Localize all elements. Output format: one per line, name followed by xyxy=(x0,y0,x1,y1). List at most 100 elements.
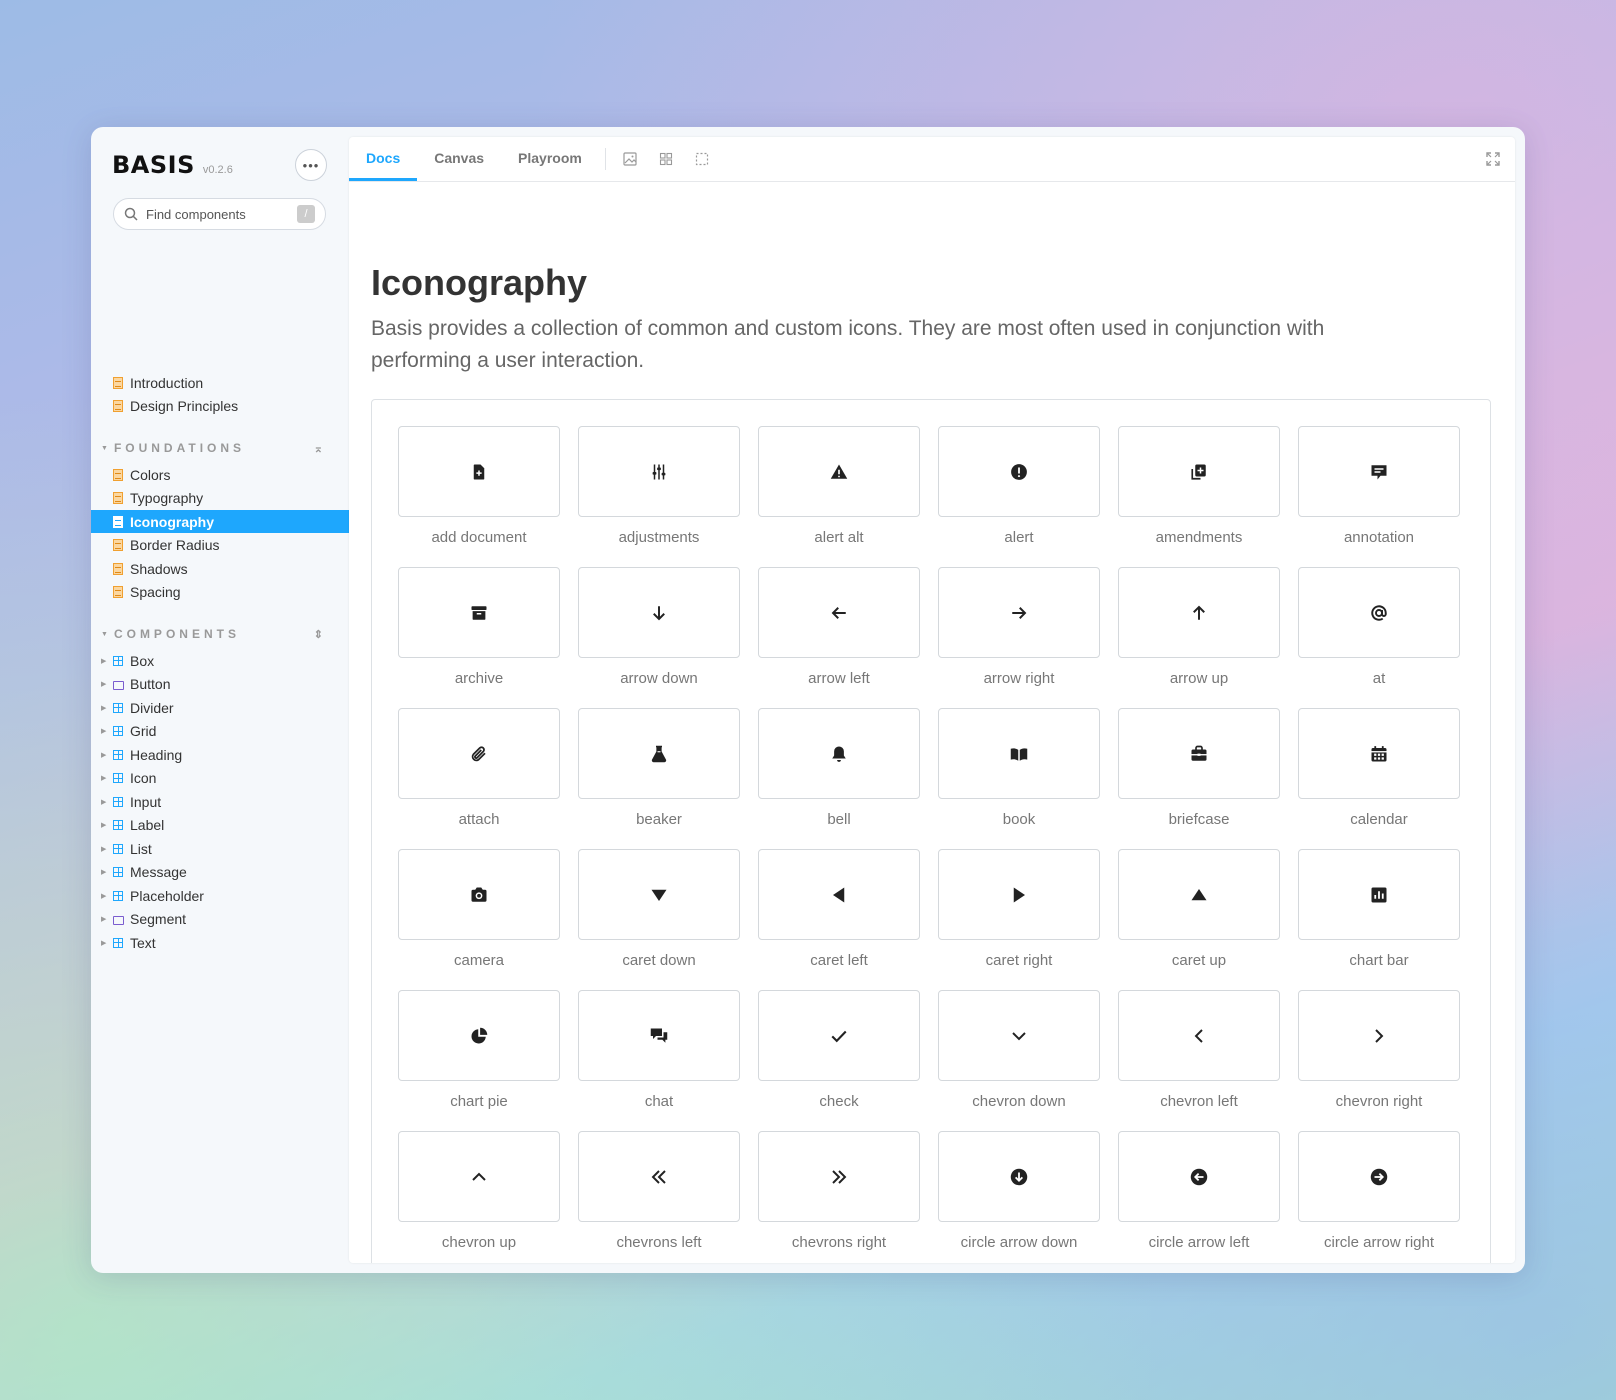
grid-icon xyxy=(113,773,123,783)
search-box[interactable]: / xyxy=(113,198,326,230)
sidebar-item-grid[interactable]: ▶ Grid xyxy=(91,720,349,743)
icon-tile[interactable] xyxy=(1118,1131,1280,1222)
section-components[interactable]: ▼ COMPONENTS ⇕ xyxy=(101,627,323,641)
tab-canvas[interactable]: Canvas xyxy=(417,137,501,181)
icon-label: alert alt xyxy=(814,529,864,546)
sidebar-item-colors[interactable]: Colors xyxy=(91,463,349,486)
caret-right-icon[interactable]: ▶ xyxy=(101,868,113,876)
icon-tile[interactable] xyxy=(758,708,920,799)
caret-right-icon[interactable]: ▶ xyxy=(101,704,113,712)
sidebar-item-label: Typography xyxy=(130,490,204,506)
sidebar-item-input[interactable]: ▶ Input xyxy=(91,790,349,813)
icon-tile[interactable] xyxy=(398,849,560,940)
icon-tile[interactable] xyxy=(398,567,560,658)
icon-tile[interactable] xyxy=(938,990,1100,1081)
icon-tile[interactable] xyxy=(758,567,920,658)
icon-tile[interactable] xyxy=(398,990,560,1081)
sidebar-item-spacing[interactable]: Spacing xyxy=(91,581,349,604)
icon-tile[interactable] xyxy=(398,708,560,799)
icon-card-annotation: annotation xyxy=(1298,426,1460,567)
icon-tile[interactable] xyxy=(758,426,920,517)
caret-right-icon[interactable]: ▶ xyxy=(101,657,113,665)
icon-tile[interactable] xyxy=(938,567,1100,658)
icon-card-chart-pie: chart pie xyxy=(398,990,560,1131)
document-icon xyxy=(113,586,123,598)
sidebar-item-divider[interactable]: ▶ Divider xyxy=(91,696,349,719)
fullscreen-icon[interactable] xyxy=(1485,151,1501,172)
sidebar-item-introduction[interactable]: Introduction xyxy=(91,371,349,394)
sidebar-item-border-radius[interactable]: Border Radius xyxy=(91,534,349,557)
icon-tile[interactable] xyxy=(758,990,920,1081)
sidebar-item-heading[interactable]: ▶ Heading xyxy=(91,743,349,766)
sidebar-item-iconography[interactable]: Iconography xyxy=(91,510,349,533)
icon-tile[interactable] xyxy=(938,849,1100,940)
icon-tile[interactable] xyxy=(1118,426,1280,517)
sidebar-item-label[interactable]: ▶ Label xyxy=(91,814,349,837)
icon-tile[interactable] xyxy=(1298,567,1460,658)
alert-icon xyxy=(1010,463,1028,481)
icon-tile[interactable] xyxy=(578,1131,740,1222)
icon-card-chevron-right: chevron right xyxy=(1298,990,1460,1131)
icon-tile[interactable] xyxy=(398,1131,560,1222)
grid-view-icon[interactable] xyxy=(648,137,684,181)
caret-right-icon[interactable]: ▶ xyxy=(101,798,113,806)
icon-tile[interactable] xyxy=(578,990,740,1081)
icon-card-chat: chat xyxy=(578,990,740,1131)
sidebar-item-typography[interactable]: Typography xyxy=(91,487,349,510)
adjustments-icon xyxy=(650,463,668,481)
icon-tile[interactable] xyxy=(1298,426,1460,517)
sidebar-item-shadows[interactable]: Shadows xyxy=(91,557,349,580)
document-icon xyxy=(113,468,123,481)
icon-tile[interactable] xyxy=(1298,708,1460,799)
icon-tile[interactable] xyxy=(1118,567,1280,658)
sidebar-item-list[interactable]: ▶ List xyxy=(91,837,349,860)
collapse-icon[interactable]: ⌅ xyxy=(314,442,323,455)
icon-card-arrow-right: arrow right xyxy=(938,567,1100,708)
expand-icon[interactable]: ⇕ xyxy=(314,628,323,641)
icon-tile[interactable] xyxy=(578,567,740,658)
tab-docs[interactable]: Docs xyxy=(349,137,418,181)
sidebar-item-placeholder[interactable]: ▶ Placeholder xyxy=(91,884,349,907)
caret-right-icon[interactable]: ▶ xyxy=(101,845,113,853)
icon-tile[interactable] xyxy=(758,1131,920,1222)
section-foundations[interactable]: ▼ FOUNDATIONS ⌅ xyxy=(101,441,323,455)
caret-right-icon[interactable]: ▶ xyxy=(101,727,113,735)
caret-right-icon[interactable]: ▶ xyxy=(101,751,113,759)
search-input[interactable] xyxy=(146,206,286,222)
icon-tile[interactable] xyxy=(938,426,1100,517)
caret-right-icon[interactable]: ▶ xyxy=(101,915,113,923)
icon-card-chevron-left: chevron left xyxy=(1118,990,1280,1131)
icon-tile[interactable] xyxy=(578,426,740,517)
caret-right-icon[interactable]: ▶ xyxy=(101,892,113,900)
icon-tile[interactable] xyxy=(1298,1131,1460,1222)
sidebar-item-box[interactable]: ▶ Box xyxy=(91,649,349,672)
sidebar-item-button[interactable]: ▶ Button xyxy=(91,673,349,696)
tab-playroom[interactable]: Playroom xyxy=(501,137,599,181)
sidebar-item-design-principles[interactable]: Design Principles xyxy=(91,394,349,417)
sidebar-item-message[interactable]: ▶ Message xyxy=(91,861,349,884)
sidebar-item-label: Heading xyxy=(130,746,183,763)
caret-right-icon[interactable]: ▶ xyxy=(101,939,113,947)
icon-tile[interactable] xyxy=(938,708,1100,799)
icon-tile[interactable] xyxy=(578,849,740,940)
brand[interactable]: BASIS v0.2.6 xyxy=(112,151,233,179)
icon-tile[interactable] xyxy=(1118,990,1280,1081)
caret-right-icon[interactable]: ▶ xyxy=(101,774,113,782)
outline-icon[interactable] xyxy=(684,137,720,181)
image-icon[interactable] xyxy=(612,137,648,181)
icon-tile[interactable] xyxy=(938,1131,1100,1222)
toolbar-divider xyxy=(604,148,606,170)
sidebar-item-icon[interactable]: ▶ Icon xyxy=(91,767,349,790)
icon-tile[interactable] xyxy=(398,426,560,517)
icon-tile[interactable] xyxy=(1298,990,1460,1081)
icon-tile[interactable] xyxy=(1298,849,1460,940)
icon-tile[interactable] xyxy=(1118,708,1280,799)
icon-tile[interactable] xyxy=(1118,849,1280,940)
icon-tile[interactable] xyxy=(578,708,740,799)
caret-right-icon[interactable]: ▶ xyxy=(101,680,113,688)
sidebar-item-segment[interactable]: ▶ Segment xyxy=(91,908,349,931)
sidebar-item-text[interactable]: ▶ Text xyxy=(91,931,349,954)
more-options-button[interactable]: ••• xyxy=(295,149,327,181)
caret-right-icon[interactable]: ▶ xyxy=(101,821,113,829)
icon-tile[interactable] xyxy=(758,849,920,940)
